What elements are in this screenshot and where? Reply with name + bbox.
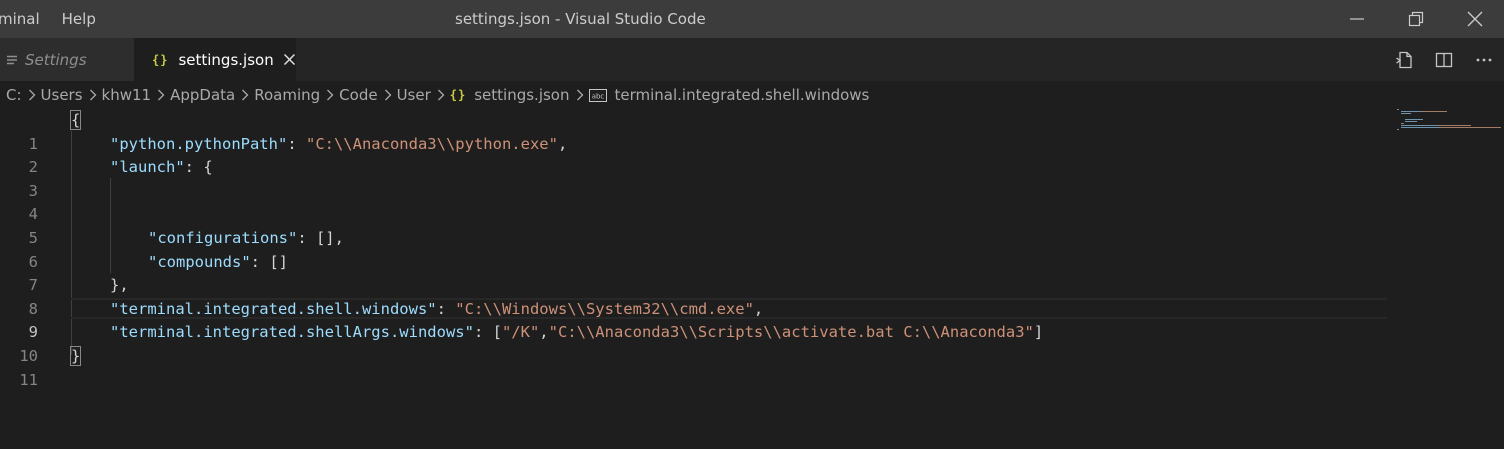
punctuation: ]	[1033, 323, 1044, 342]
json-string: "/K"	[501, 323, 540, 342]
minimap-line	[1401, 113, 1411, 114]
json-braces-icon: {}	[449, 88, 467, 102]
json-key: "configurations"	[148, 229, 298, 247]
minimap-line	[1441, 127, 1501, 128]
string-symbol-icon: abc	[588, 88, 607, 102]
breadcrumb-item[interactable]: C:	[6, 86, 22, 104]
punctuation: : [	[473, 323, 502, 342]
breadcrumb-item[interactable]: User	[397, 86, 431, 104]
menu-bar: minal Help	[0, 0, 107, 38]
code-line: 6 "configurations": [],	[0, 227, 1504, 271]
minimap-line	[1421, 111, 1447, 112]
code-line-active: 9 "terminal.integrated.shell.windows": "…	[0, 298, 1504, 342]
window-title: settings.json - Visual Studio Code	[455, 10, 706, 28]
minimap-line	[1397, 109, 1399, 110]
json-braces-icon: {}	[152, 52, 169, 67]
json-key: "python.pythonPath"	[110, 134, 288, 153]
close-icon	[1467, 11, 1482, 27]
breadcrumb-item[interactable]: settings.json	[474, 86, 569, 104]
json-string: "C:\\Anaconda3\\python.exe"	[305, 134, 558, 153]
code-line: 4	[0, 180, 1504, 223]
tab-settings[interactable]: Settings	[0, 38, 134, 81]
settings-list-icon	[6, 54, 18, 66]
minimize-icon	[1349, 18, 1364, 20]
chevron-right-icon	[157, 89, 165, 101]
punctuation: },	[110, 276, 129, 295]
json-key: "compounds"	[148, 252, 251, 271]
json-key: "terminal.integrated.shellArgs.windows"	[110, 323, 474, 342]
punctuation: :	[287, 134, 306, 153]
code-line: 5	[0, 203, 1504, 247]
json-key: "terminal.integrated.shell.windows"	[110, 299, 437, 318]
code-line: 11 }	[0, 345, 1504, 389]
punctuation: :	[436, 299, 456, 318]
brace-token: {	[69, 110, 82, 130]
tab-settings-json-label: settings.json	[178, 50, 274, 69]
breadcrumb: C: Users khw11 AppData Roaming Code User…	[6, 81, 869, 109]
line-number: 11	[19, 370, 38, 389]
code-line: 1 {	[0, 109, 1504, 153]
window-controls	[1327, 0, 1504, 38]
punctuation: : [],	[297, 229, 344, 247]
minimap-line	[1401, 127, 1441, 128]
punctuation: ,	[539, 323, 549, 342]
tab-settings-label: Settings	[25, 50, 87, 69]
minimap-line	[1401, 125, 1437, 126]
chevron-right-icon	[576, 89, 584, 101]
restore-icon	[1408, 11, 1423, 27]
restore-button[interactable]	[1386, 0, 1445, 38]
chevron-right-icon	[89, 89, 97, 101]
code-line: 8 },	[0, 274, 1504, 318]
code-line: 3 "launch": {	[0, 156, 1504, 200]
breadcrumb-item[interactable]: Users	[41, 86, 83, 104]
chevron-right-icon	[241, 89, 249, 101]
chevron-right-icon	[28, 89, 36, 101]
close-window-button[interactable]	[1445, 0, 1504, 38]
svg-text:abc: abc	[591, 92, 604, 100]
code-line: 2 "python.pythonPath": "C:\\Anaconda3\\p…	[0, 133, 1504, 177]
breadcrumb-item[interactable]: Roaming	[254, 86, 320, 104]
minimap-line	[1437, 125, 1471, 126]
more-actions-icon	[1476, 58, 1492, 61]
open-settings-ui-button[interactable]	[1384, 38, 1424, 81]
punctuation: ,	[753, 299, 764, 318]
json-string: "C:\\Windows\\System32\\cmd.exe"	[455, 299, 754, 318]
breadcrumb-item[interactable]: AppData	[170, 86, 235, 104]
punctuation: ,	[557, 134, 568, 153]
open-settings-ui-icon	[1396, 51, 1412, 68]
close-tab-button[interactable]	[283, 53, 296, 66]
close-tab-icon	[283, 53, 295, 66]
minimap-line	[1405, 121, 1417, 122]
more-actions-button[interactable]	[1464, 38, 1504, 81]
chevron-right-icon	[384, 89, 392, 101]
code-line: 10 "terminal.integrated.shellArgs.window…	[0, 321, 1504, 365]
code-line: 7 "compounds": []	[0, 251, 1504, 295]
editor-actions	[1384, 38, 1504, 81]
minimap-line	[1401, 123, 1404, 124]
split-editor-icon	[1435, 52, 1453, 67]
json-key: "launch"	[110, 158, 185, 177]
minimap-line	[1397, 129, 1399, 130]
minimap-line	[1401, 111, 1421, 112]
breadcrumb-item[interactable]: khw11	[102, 86, 152, 104]
brace-token: }	[69, 346, 82, 366]
title-bar: minal Help settings.json - Visual Studio…	[0, 0, 1504, 38]
minimize-button[interactable]	[1327, 0, 1386, 38]
json-string: "C:\\Anaconda3\\Scripts\\activate.bat C:…	[548, 323, 1034, 342]
tab-bar: Settings {} settings.json	[0, 38, 1504, 81]
minimap[interactable]	[1395, 109, 1504, 139]
menu-terminal[interactable]: minal	[0, 0, 51, 38]
chevron-right-icon	[326, 89, 334, 101]
split-editor-button[interactable]	[1424, 38, 1464, 81]
breadcrumb-item[interactable]: terminal.integrated.shell.windows	[615, 86, 870, 104]
code-editor[interactable]: 1 { 2 "python.pythonPath": "C:\\Anaconda…	[0, 109, 1504, 449]
breadcrumb-item[interactable]: Code	[339, 86, 377, 104]
punctuation: : []	[250, 252, 288, 271]
menu-help[interactable]: Help	[51, 0, 107, 38]
chevron-right-icon	[437, 89, 445, 101]
punctuation: : {	[184, 158, 213, 177]
tab-settings-json[interactable]: {} settings.json	[134, 38, 296, 81]
minimap-line	[1405, 119, 1423, 120]
